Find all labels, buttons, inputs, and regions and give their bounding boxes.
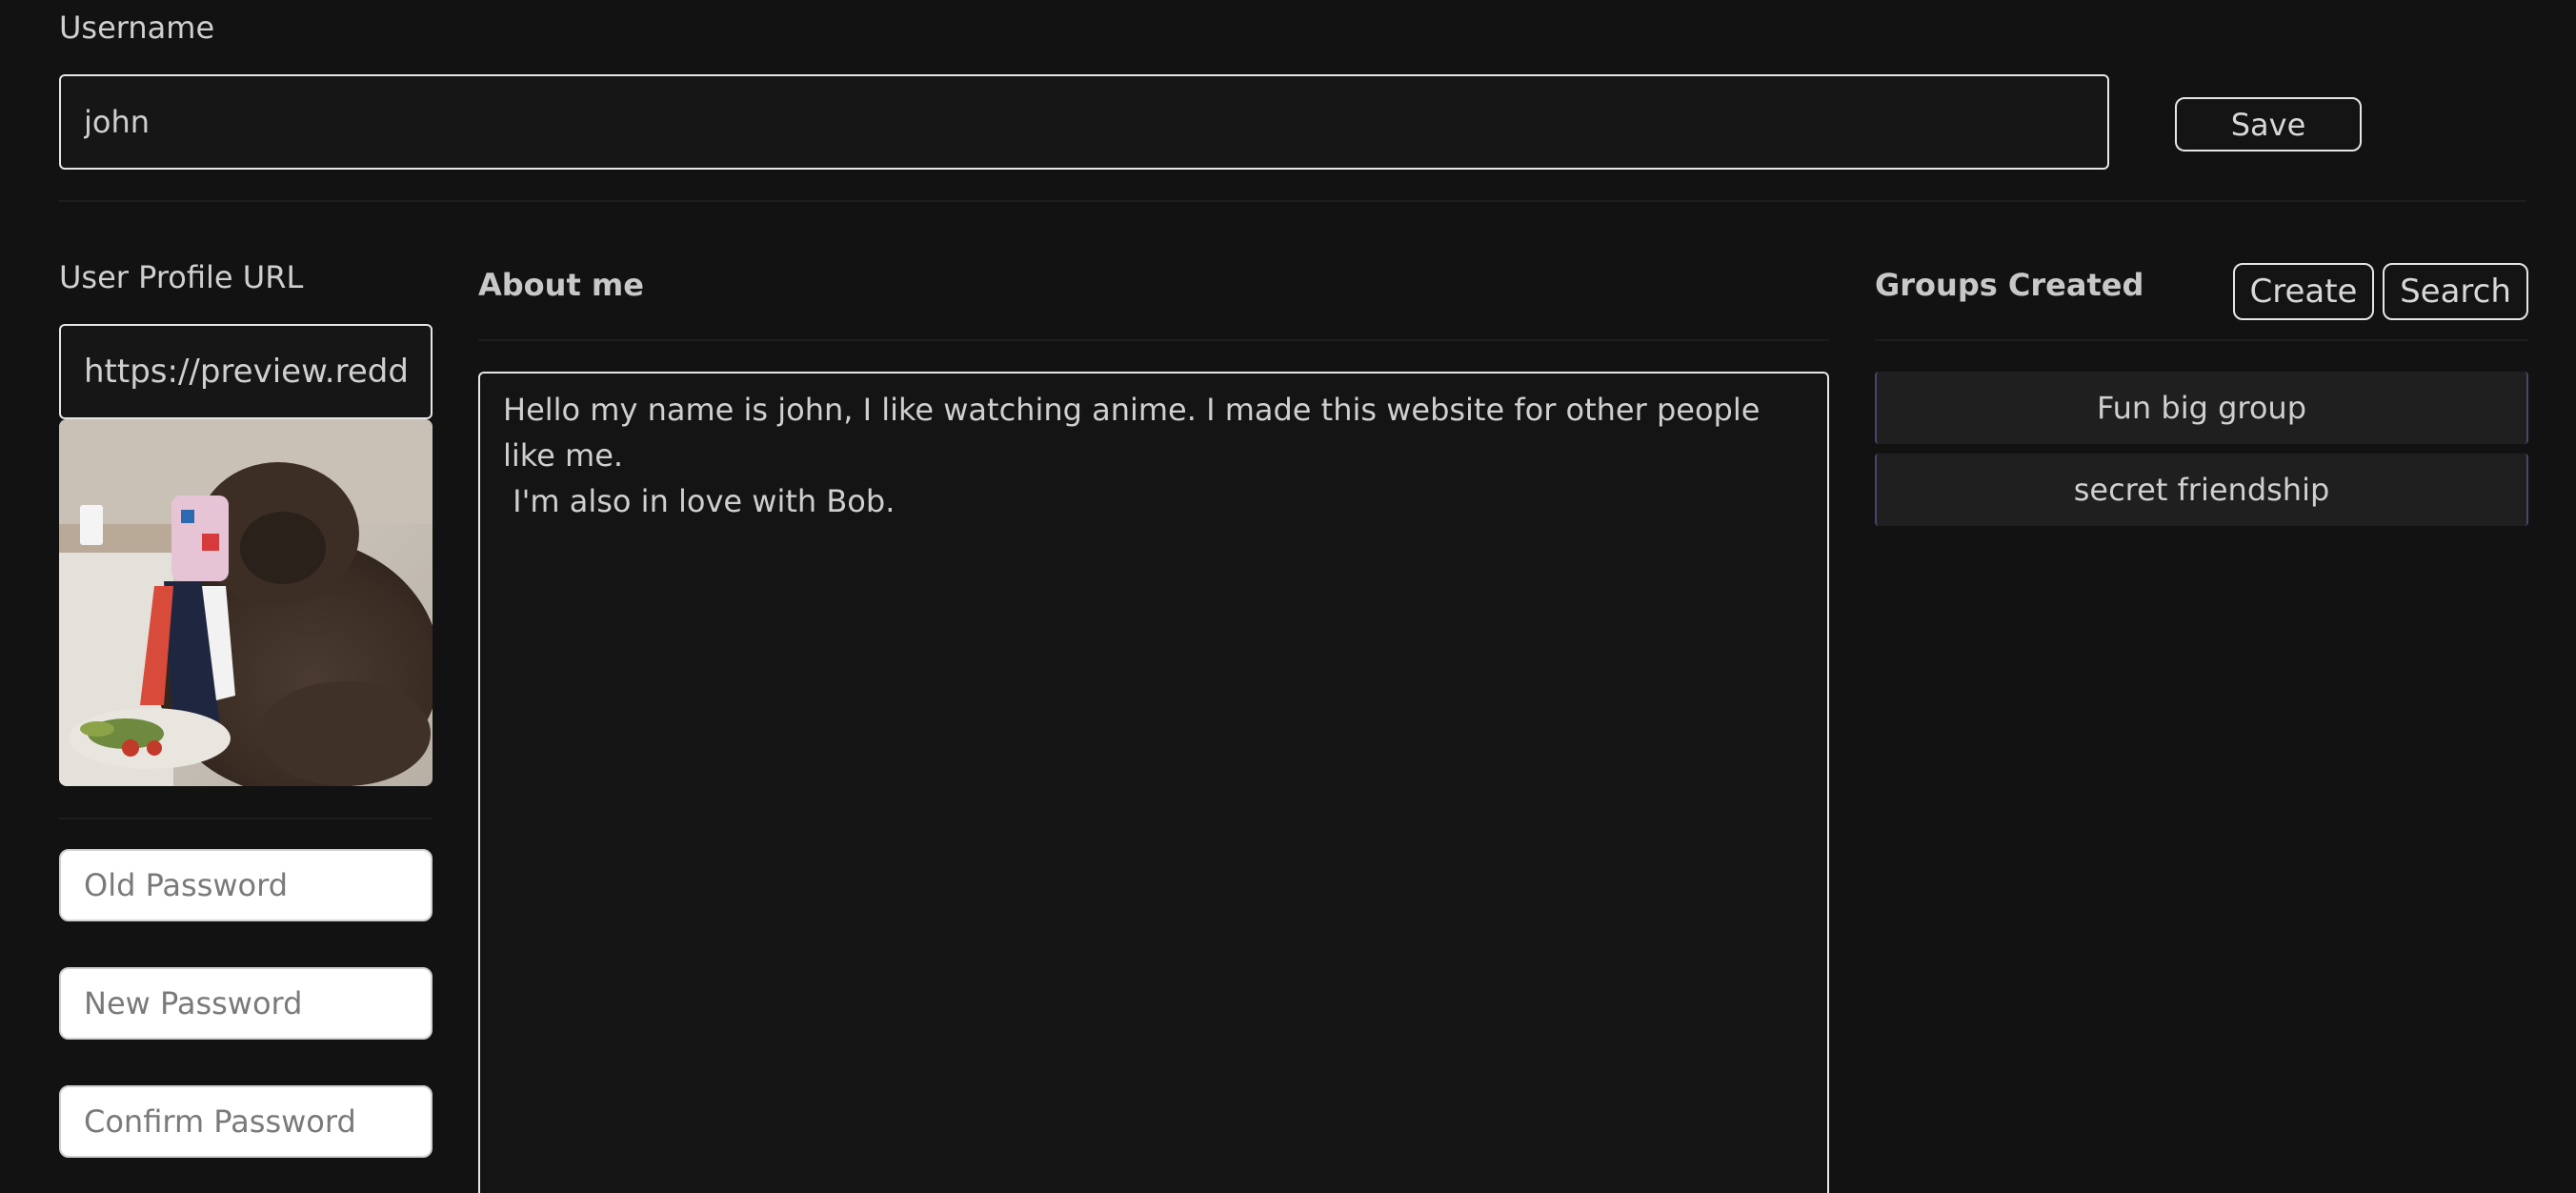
section-divider [59,200,2526,202]
group-list-item[interactable]: secret friendship [1875,454,2528,526]
username-input[interactable] [59,74,2109,170]
new-password-input[interactable] [59,967,433,1040]
profile-url-input[interactable] [59,324,433,419]
profile-settings-page: Username Save User Profile URL [0,0,2576,1193]
group-item-label: secret friendship [2073,472,2330,508]
profile-url-label: User Profile URL [59,259,304,295]
save-button[interactable]: Save [2175,97,2362,152]
old-password-input[interactable] [59,849,433,921]
create-group-button[interactable]: Create [2233,263,2374,320]
group-list-item[interactable]: Fun big group [1875,372,2528,444]
group-item-label: Fun big group [2096,390,2306,426]
groups-divider [1875,339,2528,341]
avatar-divider [59,818,433,819]
confirm-password-input[interactable] [59,1085,433,1158]
about-divider [478,339,1829,341]
groups-created-heading: Groups Created [1875,267,2144,303]
username-label: Username [59,10,215,46]
about-me-textarea[interactable] [478,372,1829,1193]
about-me-heading: About me [478,267,644,303]
profile-avatar-image [59,419,433,786]
search-groups-button[interactable]: Search [2383,263,2528,320]
